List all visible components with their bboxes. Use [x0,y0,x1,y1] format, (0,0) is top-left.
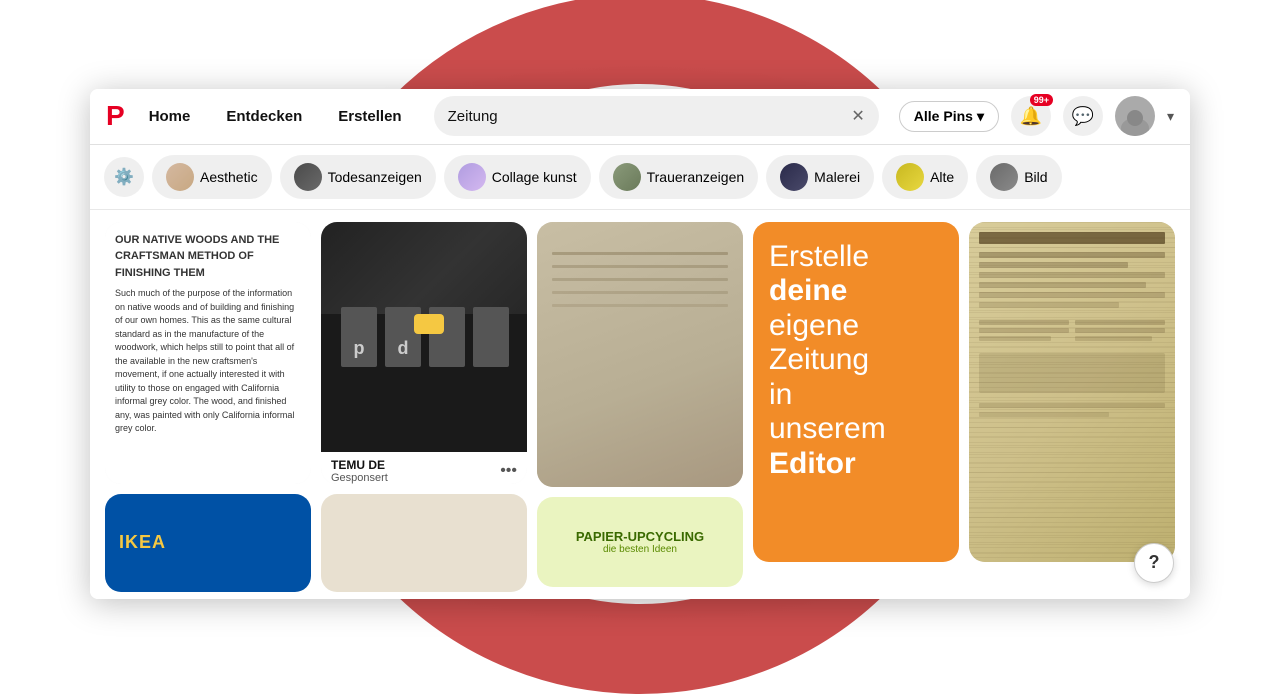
pin-card-collage[interactable] [321,494,527,591]
chip-aesthetic-label: Aesthetic [200,169,258,185]
chip-traueranzeigen-avatar [613,163,641,191]
pin-old-newspaper-image [969,222,1175,562]
alle-pins-button[interactable]: Alle Pins ▾ [899,101,999,132]
notification-badge: 99+ [1030,94,1053,106]
search-clear-icon[interactable]: ✕ [851,106,864,126]
pin-newspapers-image [537,222,743,487]
pin-more-options-icon[interactable]: ••• [500,462,517,480]
pin-column-1: OUR NATIVE WOODS AND THE CRAFTSMAN METHO… [100,222,316,592]
pin-cta-eigene: eigene [769,309,859,342]
chips-row: ⚙️ Aesthetic Todesanzeigen Collage kunst… [90,145,1190,210]
pin-card-newspapers[interactable] [537,222,743,487]
filter-sliders-icon: ⚙️ [114,167,134,187]
help-button[interactable]: ? [1134,543,1174,583]
pin-temu-name: TEMU DE [331,458,388,472]
papier-upcycling-label: PAPIER-UPCYCLING die besten Ideen [576,529,704,555]
avatar[interactable] [1115,96,1155,136]
chip-bild-label: Bild [1024,169,1047,185]
ikea-logo: IKEA [119,532,166,553]
chip-bild[interactable]: Bild [976,155,1061,199]
browser-window: P Home Entdecken Erstellen ✕ Alle Pins ▾… [90,89,1190,599]
pin-column-4: Erstelle deine eigene Zeitung in unserem… [748,222,964,592]
chip-malerei[interactable]: Malerei [766,155,874,199]
search-bar: ✕ [434,96,879,136]
pin-card-cta[interactable]: Erstelle deine eigene Zeitung in unserem… [753,222,959,562]
chip-alte-label: Alte [930,169,954,185]
chip-todesanzeigen[interactable]: Todesanzeigen [280,155,436,199]
pin-article-title: OUR NATIVE WOODS AND THE CRAFTSMAN METHO… [115,232,301,282]
pin-card-papier[interactable]: PAPIER-UPCYCLING die besten Ideen [537,497,743,587]
toy-car-decoration [414,314,444,334]
pin-temu-sponsored: Gesponsert [331,472,388,484]
nav-bar: P Home Entdecken Erstellen ✕ Alle Pins ▾… [90,89,1190,145]
pin-cta-zeitung: Zeitung [769,343,869,376]
pin-column-2: p d TEMU DE Gesponser [316,222,532,592]
chip-traueranzeigen[interactable]: Traueranzeigen [599,155,759,199]
chip-malerei-avatar [780,163,808,191]
nav-entdecken[interactable]: Entdecken [214,100,314,133]
chevron-down-icon: ▾ [977,108,984,125]
pin-cta-text: Erstelle deine eigene Zeitung in unserem… [769,240,943,482]
chip-malerei-label: Malerei [814,169,860,185]
pin-column-3: PAPIER-UPCYCLING die besten Ideen [532,222,748,592]
pin-cta-unserem: unserem [769,412,886,445]
chip-collage-label: Collage kunst [492,169,577,185]
pin-cta-erstelle: Erstelle [769,240,869,273]
account-chevron-icon[interactable]: ▾ [1167,108,1174,125]
notifications-button[interactable]: 🔔 99+ [1011,96,1051,136]
chip-aesthetic-avatar [166,163,194,191]
alle-pins-label: Alle Pins [914,108,973,124]
nav-erstellen[interactable]: Erstellen [326,100,413,133]
pin-card-temu-image: p d [321,222,527,452]
messages-button[interactable]: 💬 [1063,96,1103,136]
content-area: OUR NATIVE WOODS AND THE CRAFTSMAN METHO… [90,210,1190,599]
pin-article-body: Such much of the purpose of the informat… [115,287,301,436]
chip-bild-avatar [990,163,1018,191]
pin-card-article[interactable]: OUR NATIVE WOODS AND THE CRAFTSMAN METHO… [105,222,311,485]
pin-column-5 [964,222,1180,592]
pin-cta-in: in [769,378,792,411]
chip-aesthetic[interactable]: Aesthetic [152,155,272,199]
pin-temu-info: TEMU DE Gesponsert [331,458,388,484]
search-input[interactable] [448,108,844,125]
pin-card-temu[interactable]: p d TEMU DE Gesponser [321,222,527,485]
pin-card-temu-footer: TEMU DE Gesponsert ••• [321,452,527,485]
chip-collage[interactable]: Collage kunst [444,155,591,199]
chip-collage-avatar [458,163,486,191]
filter-icon-button[interactable]: ⚙️ [104,157,144,197]
chip-traueranzeigen-label: Traueranzeigen [647,169,745,185]
chip-todesanzeigen-avatar [294,163,322,191]
chip-todesanzeigen-label: Todesanzeigen [328,169,422,185]
pin-card-ikea[interactable]: IKEA [105,494,311,591]
nav-home[interactable]: Home [137,100,203,133]
pinterest-logo[interactable]: P [106,100,125,132]
chip-alte[interactable]: Alte [882,155,968,199]
pin-cta-editor: Editor [769,447,856,480]
pin-cta-deine: deine [769,274,847,307]
pin-card-article-content: OUR NATIVE WOODS AND THE CRAFTSMAN METHO… [105,222,311,485]
pin-card-old-newspaper[interactable] [969,222,1175,562]
chip-alte-avatar [896,163,924,191]
